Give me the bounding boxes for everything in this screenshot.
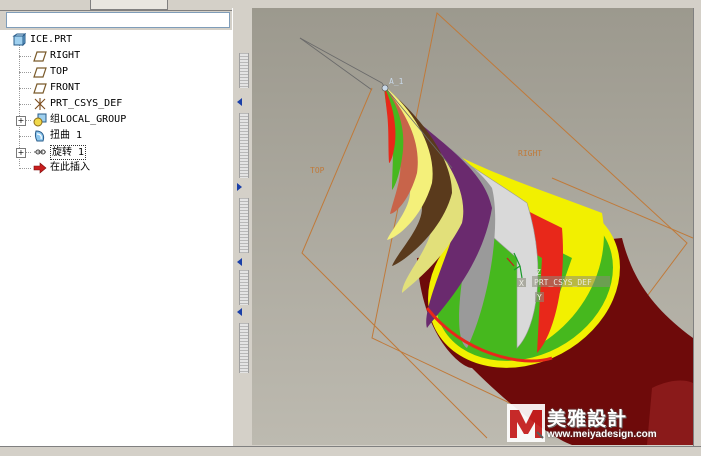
navigator-tab-strip (0, 0, 234, 11)
expand-toggle[interactable]: + (16, 116, 26, 126)
tree-item-label: RIGHT (50, 50, 81, 61)
datum-plane-icon (33, 49, 47, 63)
expand-toggle[interactable]: + (16, 148, 26, 158)
splitter-grip[interactable] (239, 53, 249, 88)
tree-item-insert-here[interactable]: 在此插入 (0, 160, 220, 176)
revolve-feature-icon (33, 145, 47, 159)
tree-item-local-group[interactable]: + 组LOCAL_GROUP (0, 112, 220, 128)
graphics-viewport[interactable]: A_1 RIGHT TOP PRT_CSYS_DEF X Y Z (252, 8, 693, 445)
tree-item-ice-prt[interactable]: ICE.PRT (0, 32, 220, 48)
axis-a1-label: A_1 (389, 77, 404, 86)
twist-feature-icon (33, 129, 47, 143)
datum-plane-icon (33, 65, 47, 79)
viewport-vertical-edge (693, 8, 701, 455)
tree-item-label: 组LOCAL_GROUP (50, 114, 127, 125)
tree-item-front[interactable]: FRONT (0, 80, 220, 96)
logo-url-text: www.meiyadesign.com (547, 429, 657, 440)
tree-item-label: 旋转 1 (50, 145, 87, 160)
watermark-logo: 美雅設計 www.meiyadesign.com (503, 402, 693, 445)
tree-item-revolve-1[interactable]: + 旋转 1 (0, 144, 220, 160)
csys-label: PRT_CSYS_DEF (534, 278, 592, 287)
part-icon (12, 32, 27, 47)
csys-x-tag: X (519, 279, 524, 288)
model-tree-tab[interactable] (90, 0, 168, 10)
insert-here-arrow-icon (33, 161, 47, 175)
axis-a1-marker (381, 84, 389, 92)
tree-item-label: PRT_CSYS_DEF (50, 98, 123, 109)
datum-right-label: RIGHT (518, 149, 542, 158)
group-icon (33, 113, 47, 127)
model-3d-view: A_1 RIGHT TOP PRT_CSYS_DEF X Y Z (252, 8, 693, 445)
model-tree-filter-input[interactable] (6, 12, 230, 28)
collapse-left-arrow-icon[interactable] (237, 98, 242, 106)
tree-item-right[interactable]: RIGHT (0, 48, 220, 64)
collapse-left-arrow-icon[interactable] (237, 308, 242, 316)
datum-top-label: TOP (310, 166, 325, 175)
splitter-grip[interactable] (239, 198, 249, 253)
collapse-left-arrow-icon[interactable] (237, 258, 242, 266)
logo-brand-text: 美雅設計 (547, 408, 628, 430)
tree-item-label: FRONT (50, 82, 81, 93)
splitter-grip[interactable] (239, 113, 249, 178)
pro-engineer-window: ICE.PRT RIGHT TOP FRONT PRT_CSYS_DEF + 组… (0, 0, 701, 456)
model-tree: ICE.PRT RIGHT TOP FRONT PRT_CSYS_DEF + 组… (0, 30, 233, 446)
tree-item-label: 扭曲 1 (50, 130, 83, 141)
splitter-grip[interactable] (239, 323, 249, 373)
datum-plane-icon (33, 81, 47, 95)
csys-z-tag: Z (536, 268, 541, 277)
tree-item-prt-csys-def[interactable]: PRT_CSYS_DEF (0, 96, 220, 112)
panel-splitter[interactable] (232, 8, 253, 455)
logo-mark-icon (507, 404, 545, 442)
tree-item-label: 在此插入 (50, 162, 90, 173)
splitter-grip[interactable] (239, 270, 249, 305)
tree-item-label: ICE.PRT (30, 34, 73, 45)
tree-item-top[interactable]: TOP (0, 64, 220, 80)
csys-y-tag: Y (537, 293, 542, 302)
expand-right-arrow-icon[interactable] (237, 183, 242, 191)
coordinate-system-icon (33, 97, 47, 111)
tree-item-label: TOP (50, 66, 69, 77)
tree-item-twist-1[interactable]: 扭曲 1 (0, 128, 220, 144)
